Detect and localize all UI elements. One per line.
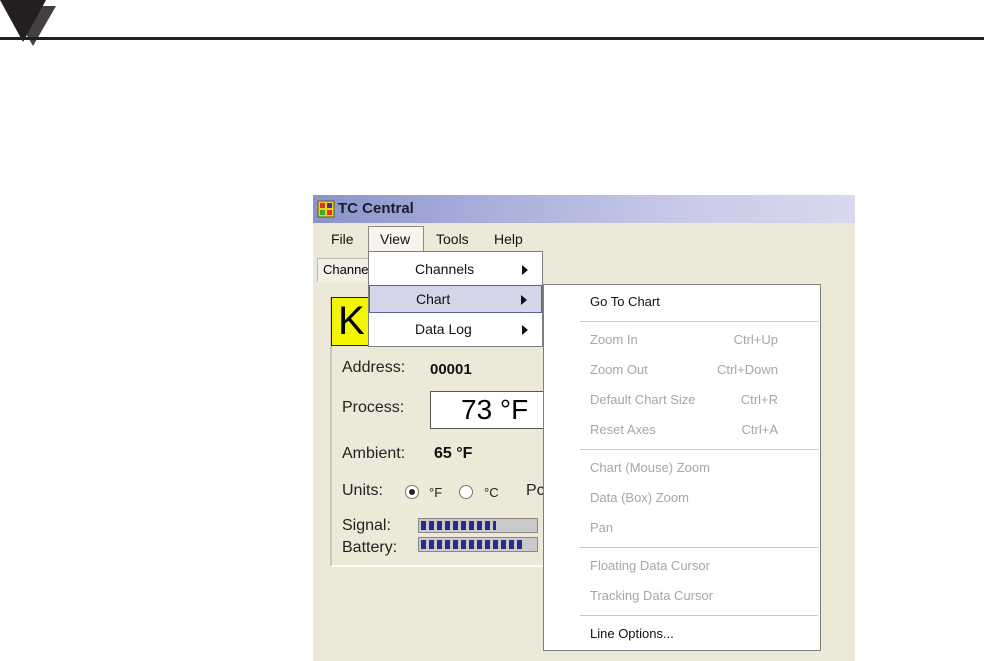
menu-tools[interactable]: Tools (436, 231, 469, 247)
process-label: Process: (342, 399, 405, 416)
view-menu-chart-label: Chart (416, 291, 451, 307)
extra-label-clipped: Pc (526, 482, 545, 499)
header-rule (0, 37, 984, 40)
menu-chart-mouse-zoom[interactable]: Chart (Mouse) Zoom (590, 460, 710, 475)
menu-reset-axes[interactable]: Reset Axes (590, 422, 656, 437)
submenu-arrow-icon (522, 325, 528, 335)
signal-meter-fill (421, 521, 496, 530)
title-bar[interactable]: TC Central (313, 195, 855, 223)
chart-submenu: Go To Chart Zoom In Ctrl+Up Zoom Out Ctr… (543, 284, 821, 651)
menu-data-box-zoom[interactable]: Data (Box) Zoom (590, 490, 689, 505)
menu-view[interactable]: View (380, 231, 410, 247)
window-title: TC Central (338, 200, 414, 217)
menu-zoom-in[interactable]: Zoom In (590, 332, 638, 347)
unit-c-radio[interactable] (459, 485, 473, 499)
menu-separator (580, 547, 818, 548)
process-value: 73 °F (461, 394, 529, 425)
unit-c-label: °C (484, 485, 499, 500)
menu-separator (580, 449, 818, 450)
battery-meter-fill (421, 540, 525, 549)
units-label: Units: (342, 482, 383, 499)
address-value: 00001 (430, 361, 472, 378)
menu-help[interactable]: Help (494, 231, 523, 247)
ambient-label: Ambient: (342, 445, 406, 462)
battery-meter (418, 537, 538, 552)
menu-tracking-data-cursor[interactable]: Tracking Data Cursor (590, 588, 713, 603)
signal-meter (418, 518, 538, 533)
menu-default-chart-size[interactable]: Default Chart Size (590, 392, 696, 407)
menu-line-options[interactable]: Line Options... (590, 626, 674, 641)
menu-go-to-chart[interactable]: Go To Chart (590, 294, 660, 309)
ambient-value: 65 °F (434, 445, 473, 462)
unit-f-radio[interactable] (405, 485, 419, 499)
menu-zoom-out[interactable]: Zoom Out (590, 362, 648, 377)
menu-zoom-out-shortcut: Ctrl+Down (716, 362, 778, 377)
app-icon (317, 200, 335, 218)
signal-label: Signal: (342, 517, 391, 534)
menu-reset-axes-shortcut: Ctrl+A (741, 422, 778, 437)
menu-zoom-in-shortcut: Ctrl+Up (733, 332, 778, 347)
thermocouple-type-badge: K (331, 297, 373, 346)
menu-floating-data-cursor[interactable]: Floating Data Cursor (590, 558, 710, 573)
view-menu-data-log-label: Data Log (415, 321, 472, 337)
address-label: Address: (342, 359, 406, 376)
menu-separator (580, 615, 818, 616)
menu-pan[interactable]: Pan (590, 520, 613, 535)
view-dropdown: Channels Chart Data Log (368, 251, 543, 347)
view-menu-channels[interactable]: Channels (369, 255, 542, 283)
menu-file[interactable]: File (331, 231, 354, 247)
menu-default-chart-size-shortcut: Ctrl+R (740, 392, 778, 407)
submenu-arrow-icon (522, 265, 528, 275)
menu-bar: File View Tools Help (313, 223, 855, 254)
battery-label: Battery: (342, 539, 398, 556)
unit-f-label: °F (429, 485, 443, 500)
view-menu-chart[interactable]: Chart (369, 285, 542, 313)
view-menu-channels-label: Channels (415, 261, 475, 277)
view-menu-data-log[interactable]: Data Log (369, 315, 542, 343)
menu-separator (580, 321, 818, 322)
submenu-arrow-icon (521, 295, 527, 305)
